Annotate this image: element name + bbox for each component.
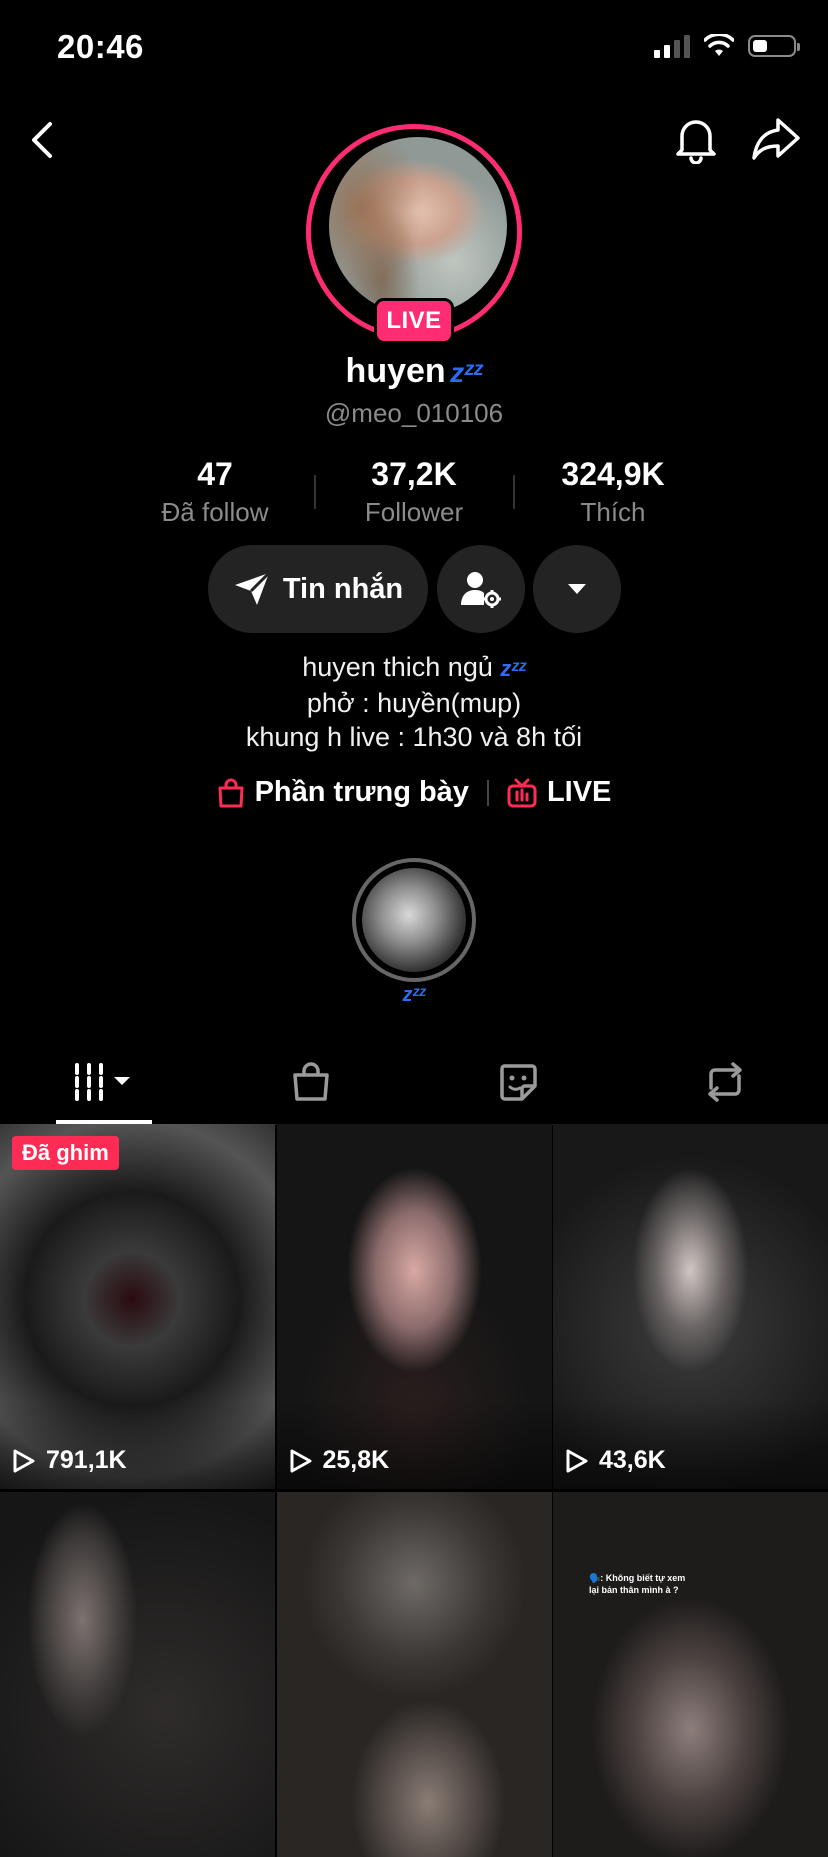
- tab-reposts[interactable]: [621, 1040, 828, 1124]
- video-caption: 🗣️: Không biết tự xem lại bản thân mình …: [589, 1572, 685, 1596]
- profile-tabs: [0, 1040, 828, 1125]
- thumbnail-shade: [553, 1399, 828, 1489]
- video-thumbnail[interactable]: [0, 1492, 275, 1857]
- person-settings-button[interactable]: [437, 545, 525, 633]
- video-thumbnail[interactable]: 43,6K: [553, 1124, 828, 1489]
- stat-followers[interactable]: 37,2K Follower: [319, 456, 509, 528]
- status-icons: [654, 34, 800, 58]
- tab-videos[interactable]: [0, 1040, 207, 1124]
- shopping-bag-icon: [218, 778, 244, 807]
- more-options-button[interactable]: [533, 545, 621, 633]
- live-link[interactable]: LIVE: [507, 776, 611, 809]
- story-highlight-cover[interactable]: [362, 868, 466, 972]
- divider: [512, 475, 515, 509]
- stat-following[interactable]: 47 Đã follow: [120, 456, 310, 528]
- bio-line-1: huyen thich ngủ zᶻᶻ: [0, 650, 828, 686]
- grid-icon: [74, 1063, 130, 1101]
- view-count-value: 25,8K: [322, 1446, 390, 1474]
- repost-icon: [707, 1062, 742, 1102]
- signal-icon: [654, 34, 690, 58]
- video-thumbnail[interactable]: 🗣️: Không biết tự xem lại bản thân mình …: [553, 1492, 828, 1857]
- back-icon[interactable]: [24, 118, 64, 162]
- stat-value: 47: [197, 456, 233, 492]
- thumbnail-shade: [0, 1399, 275, 1489]
- sleep-emoji: zᶻᶻ: [500, 656, 526, 681]
- person-settings-icon: [461, 572, 501, 608]
- send-icon: [234, 571, 270, 605]
- story-highlight-label: zᶻᶻ: [402, 984, 426, 1006]
- thumbnail-shade: [276, 1399, 552, 1489]
- sleep-emoji: zᶻᶻ: [450, 357, 483, 388]
- message-button[interactable]: Tin nhắn: [208, 545, 428, 633]
- stat-label: Thích: [580, 497, 646, 527]
- showcase-link[interactable]: Phần trưng bày: [217, 776, 469, 809]
- wifi-icon: [704, 34, 734, 56]
- profile-name-row: huyen zᶻᶻ: [0, 352, 828, 391]
- stat-likes[interactable]: 324,9K Thích: [518, 456, 708, 528]
- view-count-value: 791,1K: [46, 1446, 127, 1474]
- share-icon[interactable]: [750, 116, 802, 162]
- caption-line: lại bản thân mình à ?: [589, 1585, 679, 1595]
- chevron-down-icon: [568, 584, 586, 594]
- video-thumbnail[interactable]: [276, 1492, 552, 1857]
- divider: [486, 779, 489, 806]
- view-count: 791,1K: [12, 1446, 127, 1475]
- tab-favorites[interactable]: [414, 1040, 621, 1124]
- stat-label: Đã follow: [161, 497, 269, 527]
- play-icon: [566, 1449, 588, 1472]
- status-time: 20:46: [57, 28, 144, 65]
- video-thumbnail[interactable]: Đã ghim 791,1K: [0, 1124, 275, 1489]
- video-grid: Đã ghim 791,1K 25,8K 43,6K 🗣️: Không biế…: [0, 1124, 828, 1857]
- live-label: LIVE: [546, 776, 612, 808]
- stat-value: 324,9K: [561, 456, 665, 492]
- profile-name: huyen: [345, 352, 446, 390]
- bell-icon[interactable]: [672, 114, 720, 164]
- sticker-icon: [499, 1064, 537, 1101]
- divider: [313, 475, 316, 509]
- tv-icon: [507, 778, 537, 807]
- bio-text: huyen thich ngủ: [302, 652, 493, 682]
- message-button-label: Tin nhắn: [282, 572, 404, 605]
- video-thumbnail[interactable]: 25,8K: [276, 1124, 552, 1489]
- view-count: 25,8K: [289, 1446, 390, 1475]
- profile-handle: @meo_010106: [324, 398, 504, 428]
- play-icon: [290, 1449, 311, 1472]
- pinned-badge: Đã ghim: [12, 1136, 119, 1170]
- live-badge[interactable]: LIVE: [374, 298, 454, 344]
- caption-line: 🗣️: Không biết tự xem: [589, 1573, 686, 1583]
- stat-value: 37,2K: [371, 456, 457, 492]
- stat-label: Follower: [364, 497, 464, 527]
- bio-line-2: phở : huyền(mup): [306, 688, 522, 718]
- avatar[interactable]: [329, 137, 507, 315]
- view-count-value: 43,6K: [599, 1446, 666, 1474]
- profile-stats: 47 Đã follow 37,2K Follower 324,9K Thích: [120, 456, 708, 528]
- play-icon: [13, 1449, 35, 1472]
- bag-icon: [292, 1062, 329, 1101]
- profile-bio: huyen thich ngủ zᶻᶻ phở : huyền(mup) khu…: [0, 650, 828, 754]
- showcase-label: Phần trưng bày: [254, 776, 469, 808]
- profile-links: Phần trưng bày LIVE: [0, 776, 828, 809]
- tab-shop[interactable]: [207, 1040, 414, 1124]
- view-count: 43,6K: [565, 1446, 666, 1475]
- battery-icon: [748, 35, 800, 57]
- bio-line-3: khung h live : 1h30 và 8h tối: [245, 722, 583, 752]
